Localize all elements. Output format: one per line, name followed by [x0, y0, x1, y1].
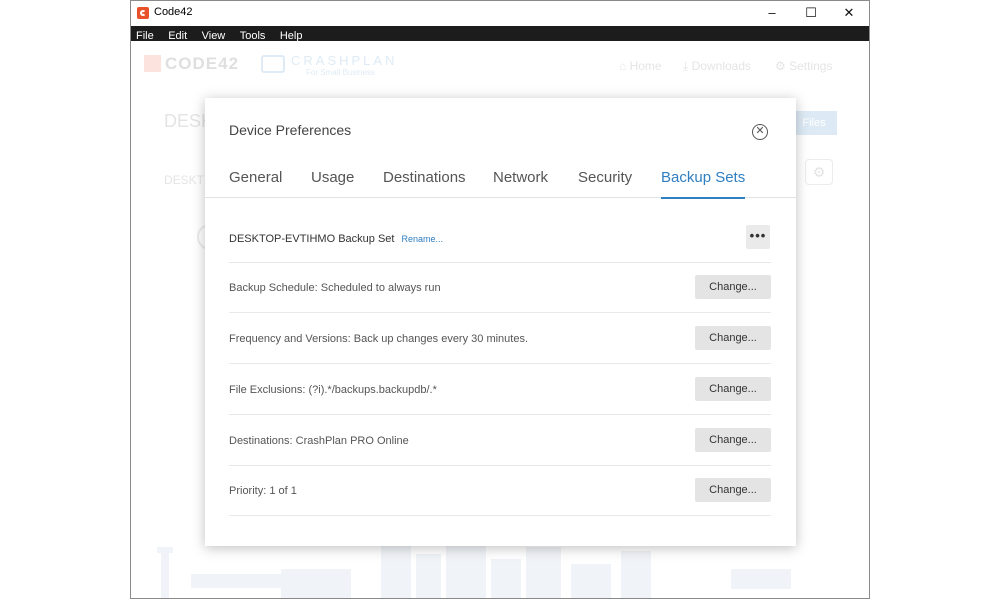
tab-bar: General Usage Destinations Network Secur… — [205, 158, 796, 199]
row-label-key: Backup Schedule: — [229, 282, 318, 294]
tab-backup-sets[interactable]: Backup Sets — [661, 169, 746, 199]
tab-security[interactable]: Security — [578, 169, 632, 197]
maximize-button[interactable]: ☐ — [793, 3, 829, 23]
row-label-key: Priority: — [229, 485, 267, 497]
dialog-title: Device Preferences — [229, 122, 352, 138]
change-frequency-button[interactable]: Change... — [695, 326, 771, 350]
nav-settings[interactable]: ⚙ Settings — [775, 59, 832, 73]
row-label-key: Destinations: — [229, 435, 293, 447]
nav-settings-label: Settings — [789, 59, 833, 73]
nav-home[interactable]: ⌂ Home — [619, 59, 662, 73]
change-file-exclusions-button[interactable]: Change... — [695, 377, 771, 401]
backup-set-name: DESKTOP-EVTIHMO Backup Set — [229, 233, 395, 245]
device-subheading: DESKT — [164, 173, 205, 187]
nav-downloads[interactable]: ⤓ Downloads — [683, 59, 751, 74]
crashplan-logo-icon — [261, 55, 285, 73]
change-destinations-button[interactable]: Change... — [695, 428, 771, 452]
tab-general[interactable]: General — [229, 169, 282, 197]
window-title: Code42 — [154, 6, 193, 18]
rename-link[interactable]: Rename... — [402, 234, 444, 244]
tab-destinations[interactable]: Destinations — [383, 169, 466, 197]
code42-logo-icon — [144, 55, 161, 72]
row-label-value: (?i).*/backups.backupdb/.* — [308, 384, 437, 396]
row-label: File Exclusions: (?i).*/backups.backupdb… — [229, 384, 437, 396]
close-dialog-icon[interactable]: ✕ — [752, 124, 768, 140]
row-label-key: Frequency and Versions: — [229, 333, 351, 345]
tab-network[interactable]: Network — [493, 169, 548, 197]
row-label: Destinations: CrashPlan PRO Online — [229, 435, 409, 447]
title-bar: Code42 – ☐ ✕ — [131, 1, 869, 26]
settings-row-frequency: Frequency and Versions: Back up changes … — [229, 314, 771, 364]
nav-downloads-label: Downloads — [691, 59, 752, 73]
row-label-value: 1 of 1 — [269, 485, 297, 497]
row-label-key: File Exclusions: — [229, 384, 306, 396]
download-icon: ⤓ — [683, 59, 692, 73]
row-label: Frequency and Versions: Back up changes … — [229, 333, 528, 345]
menu-bar: File Edit View Tools Help — [131, 26, 869, 42]
tab-usage[interactable]: Usage — [311, 169, 354, 197]
code42-logo-text: CODE42 — [165, 54, 240, 73]
gear-icon: ⚙ — [775, 59, 790, 73]
row-label: Backup Schedule: Scheduled to always run — [229, 282, 441, 294]
minimize-button[interactable]: – — [754, 3, 790, 23]
close-window-button[interactable]: ✕ — [831, 3, 867, 23]
background-gear-icon: ⚙ — [805, 159, 833, 185]
row-label: Priority: 1 of 1 — [229, 485, 297, 497]
change-backup-schedule-button[interactable]: Change... — [695, 275, 771, 299]
row-label-value: Back up changes every 30 minutes. — [353, 333, 529, 345]
settings-row-file-exclusions: File Exclusions: (?i).*/backups.backupdb… — [229, 365, 771, 415]
row-label-value: Scheduled to always run — [320, 282, 441, 294]
device-preferences-dialog: Device Preferences ✕ General Usage Desti… — [205, 98, 796, 546]
crashplan-logo-text: CRASHPLAN — [291, 53, 398, 68]
code42-app-icon — [137, 7, 149, 19]
settings-row-priority: Priority: 1 of 1 Change... — [229, 466, 771, 516]
backup-set-row: DESKTOP-EVTIHMO Backup Set Rename... ••• — [229, 213, 771, 263]
change-priority-button[interactable]: Change... — [695, 478, 771, 502]
settings-row-destinations: Destinations: CrashPlan PRO Online Chang… — [229, 416, 771, 466]
crashplan-logo-subtitle: For Small Business — [306, 68, 375, 77]
settings-row-backup-schedule: Backup Schedule: Scheduled to always run… — [229, 263, 771, 313]
more-options-button[interactable]: ••• — [746, 225, 770, 249]
row-label-value: CrashPlan PRO Online — [295, 435, 409, 447]
background-files-button: Files — [791, 111, 837, 135]
nav-home-label: Home — [629, 59, 662, 73]
home-icon: ⌂ — [619, 59, 630, 73]
skyline-illustration — [131, 539, 869, 598]
backup-set-label: DESKTOP-EVTIHMO Backup Set Rename... — [229, 233, 443, 245]
